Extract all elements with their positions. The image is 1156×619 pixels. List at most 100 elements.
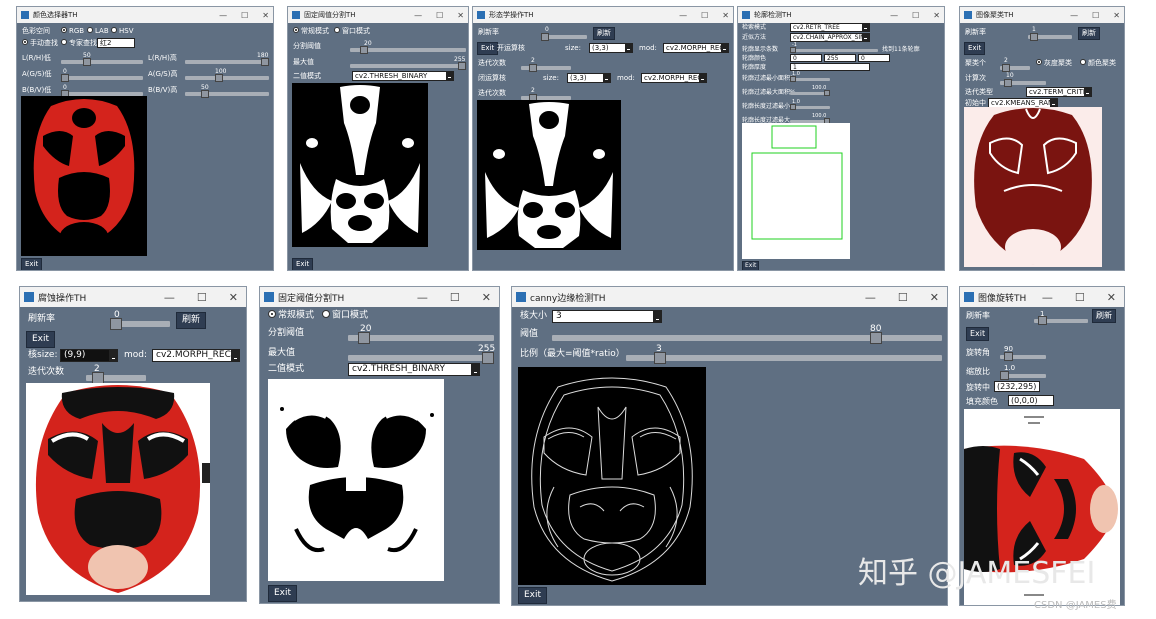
maximize-icon[interactable]: ☐ — [701, 11, 708, 20]
maximize-icon[interactable]: ☐ — [450, 291, 460, 304]
criteria-dropdown[interactable]: cv2.TERM_CRITE — [1026, 87, 1092, 97]
slider-thumb[interactable] — [458, 62, 466, 70]
slider-thumb[interactable] — [790, 76, 796, 82]
title-bar[interactable]: 固定阈值分割TH — ☐ ✕ — [260, 287, 499, 307]
show-count-slider[interactable]: -1 — [790, 42, 878, 53]
l-max-slider[interactable]: 180 — [185, 52, 269, 66]
radio-color-cluster[interactable]: 颜色聚类 — [1080, 59, 1116, 67]
close-size-dropdown[interactable]: (3,3) — [567, 73, 611, 83]
minimize-icon[interactable]: — — [890, 11, 898, 20]
max-value-slider[interactable]: 255 — [350, 56, 466, 70]
title-bar[interactable]: 固定阈值分割TH — ☐ ✕ — [288, 7, 468, 23]
refresh-rate-slider[interactable]: 0 — [541, 26, 587, 41]
exit-button[interactable]: Exit — [966, 327, 990, 341]
approx-method-dropdown[interactable]: cv2.CHAIN_APPROX_SIMPLE — [790, 33, 870, 42]
color-b-input[interactable]: 0 — [790, 54, 822, 62]
ratio-slider[interactable]: 3 — [626, 344, 942, 364]
angle-slider[interactable]: 90 — [1000, 345, 1046, 361]
radio-normal-mode[interactable]: 常规模式 — [268, 310, 314, 321]
refresh-rate-slider[interactable]: 1 — [1034, 310, 1088, 325]
close-icon[interactable]: ✕ — [930, 291, 939, 304]
b-max-slider[interactable]: 50 — [185, 84, 269, 98]
slider-thumb[interactable] — [654, 352, 666, 364]
scale-slider[interactable]: 1.0 — [1000, 364, 1046, 380]
radio-lab[interactable]: LAB — [87, 27, 109, 35]
close-icon[interactable]: ✕ — [482, 291, 491, 304]
title-bar[interactable]: 图像旋转TH — ☐ ✕ — [960, 287, 1124, 307]
window-controls[interactable]: — ☐ ✕ — [865, 287, 939, 307]
iterations-slider[interactable]: 2 — [521, 57, 571, 72]
refresh-button[interactable]: 刷新 — [176, 312, 207, 329]
thickness-input[interactable]: 1 — [790, 63, 870, 71]
retrieval-mode-dropdown[interactable]: cv2.RETR_TREE — [790, 23, 870, 32]
radio-window-mode[interactable]: 窗口模式 — [334, 27, 370, 35]
exit-button[interactable]: Exit — [477, 42, 499, 55]
slider-thumb[interactable] — [529, 64, 537, 72]
window-controls[interactable]: — ☐ ✕ — [164, 287, 238, 307]
window-controls[interactable]: — ☐ ✕ — [1042, 287, 1116, 307]
slider-thumb[interactable] — [541, 33, 549, 41]
slider-thumb[interactable] — [824, 90, 830, 96]
maximize-icon[interactable]: ☐ — [898, 291, 908, 304]
split-threshold-slider[interactable]: 20 — [348, 324, 494, 344]
threshold-slider[interactable]: 80 — [552, 324, 942, 344]
color-r-input[interactable]: 0 — [858, 54, 890, 62]
iterations-slider[interactable]: 2 — [86, 364, 146, 384]
radio-window-mode[interactable]: 窗口模式 — [322, 310, 368, 321]
expert-select[interactable]: 红2 — [97, 38, 135, 48]
mod-dropdown[interactable]: cv2.MORPH_REC — [152, 349, 240, 362]
a-min-slider[interactable]: 0 — [61, 68, 143, 82]
exit-button[interactable]: Exit — [268, 585, 298, 602]
title-bar[interactable]: 形态学操作TH — ☐ ✕ — [473, 7, 733, 23]
refresh-button[interactable]: 刷新 — [1092, 309, 1116, 323]
minimize-icon[interactable]: — — [865, 291, 876, 304]
radio-manual[interactable]: 手动查找 — [22, 39, 58, 47]
close-icon[interactable]: ✕ — [262, 11, 269, 20]
k-slider[interactable]: 2 — [1000, 57, 1030, 72]
slider-thumb[interactable] — [1002, 64, 1010, 72]
max-value-slider[interactable]: 255 — [348, 344, 495, 364]
maximize-icon[interactable]: ☐ — [241, 11, 248, 20]
iterations-slider[interactable]: 10 — [1000, 72, 1046, 87]
title-bar[interactable]: canny边缘检测TH — ☐ ✕ — [512, 287, 947, 307]
exit-button[interactable]: Exit — [742, 261, 760, 270]
window-controls[interactable]: — ☐ ✕ — [219, 7, 269, 23]
binary-mode-dropdown[interactable]: cv2.THRESH_BINARY — [348, 363, 480, 376]
radio-hsv[interactable]: HSV — [111, 27, 134, 35]
fill-color-input[interactable]: (0,0,0) — [1008, 395, 1054, 406]
radio-normal-mode[interactable]: 常规模式 — [293, 27, 329, 35]
close-icon[interactable]: ✕ — [457, 11, 464, 20]
minimize-icon[interactable]: — — [679, 11, 687, 20]
close-icon[interactable]: ✕ — [722, 11, 729, 20]
slider-thumb[interactable] — [201, 90, 209, 98]
close-icon[interactable]: ✕ — [933, 11, 940, 20]
slider-thumb[interactable] — [110, 318, 122, 330]
slider-thumb[interactable] — [870, 332, 882, 344]
slider-thumb[interactable] — [482, 352, 494, 364]
window-controls[interactable]: — ☐ ✕ — [890, 7, 940, 23]
refresh-rate-slider[interactable]: 0 — [110, 310, 170, 330]
minimize-icon[interactable]: — — [164, 291, 175, 304]
maximize-icon[interactable]: ☐ — [436, 11, 443, 20]
window-controls[interactable]: — ☐ ✕ — [414, 7, 464, 23]
exit-button[interactable]: Exit — [518, 587, 548, 604]
maximize-icon[interactable]: ☐ — [1092, 11, 1099, 20]
slider-thumb[interactable] — [83, 58, 91, 66]
slider-thumb[interactable] — [1038, 316, 1047, 325]
slider-thumb[interactable] — [1004, 79, 1012, 87]
center-input[interactable]: (232,295) — [994, 381, 1040, 392]
minimize-icon[interactable]: — — [1042, 291, 1053, 304]
a-max-slider[interactable]: 100 — [185, 68, 269, 82]
close-icon[interactable]: ✕ — [229, 291, 238, 304]
maximize-icon[interactable]: ☐ — [912, 11, 919, 20]
split-threshold-slider[interactable]: 20 — [350, 40, 466, 54]
slider-thumb[interactable] — [215, 74, 223, 82]
refresh-rate-slider[interactable]: 1 — [1028, 26, 1072, 41]
maximize-icon[interactable]: ☐ — [1075, 291, 1085, 304]
close-icon[interactable]: ✕ — [1113, 11, 1120, 20]
close-icon[interactable]: ✕ — [1107, 291, 1116, 304]
title-bar[interactable]: 轮廓检测TH — ☐ ✕ — [738, 7, 944, 23]
open-size-dropdown[interactable]: (3,3) — [589, 43, 633, 53]
title-bar[interactable]: 腐蚀操作TH — ☐ ✕ — [20, 287, 246, 307]
max-area-slider[interactable]: 100.0 — [790, 85, 830, 96]
